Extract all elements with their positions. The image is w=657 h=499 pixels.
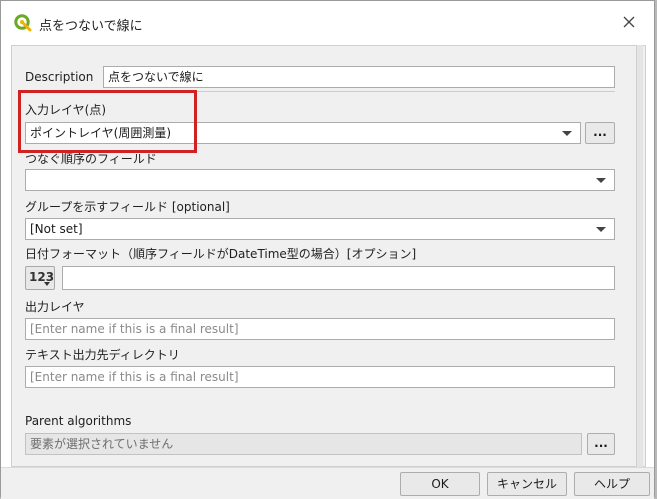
- date-format-label: 日付フォーマット（順序フィールドがDateTime型の場合）[オプション]: [25, 247, 417, 261]
- parent-algorithms-field: 要素が選択されていません: [25, 433, 582, 455]
- qgis-logo-icon: [14, 14, 32, 32]
- help-button[interactable]: ヘルプ: [574, 472, 650, 496]
- parent-algorithms-browse-button[interactable]: ...: [587, 433, 615, 455]
- parent-algorithms-label: Parent algorithms: [25, 414, 132, 428]
- cancel-button[interactable]: キャンセル: [487, 472, 567, 496]
- order-field-combo[interactable]: [25, 169, 615, 191]
- output-layer-label: 出力レイヤ: [25, 300, 85, 314]
- group-field-value: [Not set]: [30, 222, 83, 236]
- algorithm-dialog: 点をつないで線に Description 点をつないで線に 入力レイヤ(点) ポ…: [0, 0, 655, 499]
- expression-type-button[interactable]: 123: [25, 266, 55, 290]
- chevron-down-icon: [562, 131, 572, 136]
- group-field-label: グループを示すフィールド [optional]: [25, 200, 230, 214]
- text-output-dir-label: テキスト出力先ディレクトリ: [25, 348, 180, 362]
- title-bar: 点をつないで線に: [1, 1, 654, 43]
- input-layer-browse-button[interactable]: ...: [585, 122, 615, 144]
- output-layer-input[interactable]: [Enter name if this is a final result]: [25, 318, 615, 340]
- chevron-down-icon: [596, 227, 606, 232]
- chevron-down-icon: [44, 282, 50, 286]
- numeric-type-icon: 123: [29, 270, 55, 284]
- chevron-down-icon: [596, 178, 606, 183]
- date-format-input[interactable]: [62, 266, 615, 290]
- description-input[interactable]: 点をつないで線に: [103, 66, 615, 88]
- group-field-combo[interactable]: [Not set]: [25, 218, 615, 240]
- button-bar: OK キャンセル ヘルプ: [1, 467, 654, 499]
- description-label: Description: [25, 70, 94, 84]
- highlight-box: [18, 90, 197, 153]
- ok-button[interactable]: OK: [400, 472, 480, 496]
- close-icon[interactable]: [618, 11, 640, 33]
- text-output-dir-input[interactable]: [Enter name if this is a final result]: [25, 366, 615, 388]
- scrollbar[interactable]: [636, 45, 643, 467]
- window-title: 点をつないで線に: [39, 19, 143, 34]
